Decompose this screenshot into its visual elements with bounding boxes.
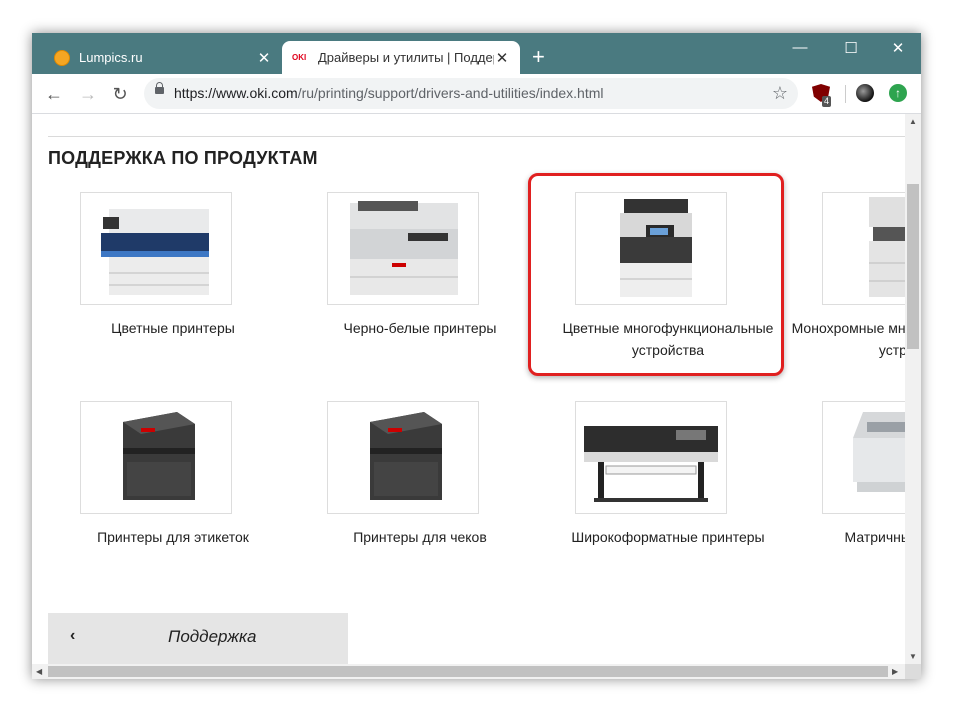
category-label[interactable]: Черно-белые принтеры [295, 317, 545, 339]
vertical-scroll-thumb[interactable] [907, 184, 919, 349]
scroll-right-arrow-icon[interactable]: ▶ [892, 667, 898, 676]
bookmark-star-icon[interactable]: ☆ [772, 83, 788, 104]
tab-lumpics[interactable]: Lumpics.ru ✕ [42, 41, 282, 74]
tab-title: Lumpics.ru [79, 50, 143, 65]
extension-badge: 4 [822, 96, 832, 107]
lumpics-favicon-icon [54, 49, 70, 66]
mono-mfp-image[interactable] [822, 192, 905, 305]
oki-favicon-icon: OKI [292, 52, 310, 63]
lock-icon [155, 82, 164, 94]
new-tab-icon[interactable]: + [532, 46, 545, 68]
scroll-down-arrow-icon[interactable]: ▼ [909, 652, 917, 661]
support-button-label: Поддержка [168, 627, 257, 646]
category-label[interactable]: Широкоформатные принтеры [543, 526, 793, 548]
horizontal-scroll-thumb[interactable] [48, 666, 888, 677]
highlight-box [528, 173, 784, 376]
close-window-icon[interactable]: ✕ [884, 39, 912, 57]
horizontal-scrollbar[interactable]: ◀ ▶ [32, 664, 905, 679]
page-content: ПОДДЕРЖКА ПО ПРОДУКТАМ Цветные принтеры [32, 114, 905, 664]
tab-oki-drivers[interactable]: OKI Драйверы и утилиты | Поддержка ✕ [282, 41, 520, 74]
browser-window: Lumpics.ru ✕ OKI Драйверы и утилиты | По… [32, 33, 921, 679]
scroll-up-arrow-icon[interactable]: ▲ [909, 117, 917, 126]
dot-matrix-printer-image[interactable] [822, 401, 905, 514]
tab-strip: Lumpics.ru ✕ OKI Драйверы и утилиты | По… [32, 33, 921, 74]
address-bar[interactable]: https://www.oki.com/ru/printing/support/… [144, 78, 798, 109]
category-label[interactable]: Принтеры для чеков [295, 526, 545, 548]
toolbar-divider [845, 85, 846, 103]
url-path: /ru/printing/support/drivers-and-utiliti… [297, 85, 604, 101]
label-printer-image[interactable] [80, 401, 232, 514]
close-icon[interactable]: ✕ [256, 49, 272, 67]
forward-arrow-icon[interactable]: → [76, 82, 100, 106]
url-host: https://www.oki.com [174, 85, 298, 101]
back-arrow-icon[interactable]: ← [42, 82, 66, 106]
tab-title: Драйверы и утилиты | Поддержка [318, 50, 494, 65]
browser-toolbar: ← → ↻ https://www.oki.com/ru/printing/su… [32, 74, 921, 114]
minimize-icon[interactable]: — [786, 39, 814, 56]
wide-format-printer-image[interactable] [575, 401, 727, 514]
mono-printer-image[interactable] [327, 192, 479, 305]
page-heading: ПОДДЕРЖКА ПО ПРОДУКТАМ [48, 148, 318, 168]
category-label[interactable]: Принтеры для этикеток [48, 526, 298, 548]
scroll-left-arrow-icon[interactable]: ◀ [36, 667, 42, 676]
receipt-printer-image[interactable] [327, 401, 479, 514]
url-text[interactable]: https://www.oki.com/ru/printing/support/… [174, 85, 604, 101]
support-back-button[interactable]: ‹ Поддержка [48, 613, 348, 664]
scrollbar-corner [905, 664, 921, 679]
divider [48, 136, 905, 137]
vertical-scrollbar[interactable]: ▲ ▼ [905, 114, 921, 664]
category-label[interactable]: Матричные принтеры [790, 526, 905, 548]
profile-avatar[interactable] [856, 84, 874, 102]
maximize-icon[interactable]: ☐ [837, 39, 865, 57]
update-arrow-icon[interactable]: ↑ [889, 84, 907, 102]
color-printer-image[interactable] [80, 192, 232, 305]
close-icon[interactable]: ✕ [494, 49, 510, 67]
category-label[interactable]: Монохромные многофункциональные устройст… [790, 317, 905, 361]
chevron-left-icon: ‹ [70, 627, 76, 644]
category-label[interactable]: Цветные принтеры [48, 317, 298, 339]
reload-icon[interactable]: ↻ [108, 82, 132, 106]
